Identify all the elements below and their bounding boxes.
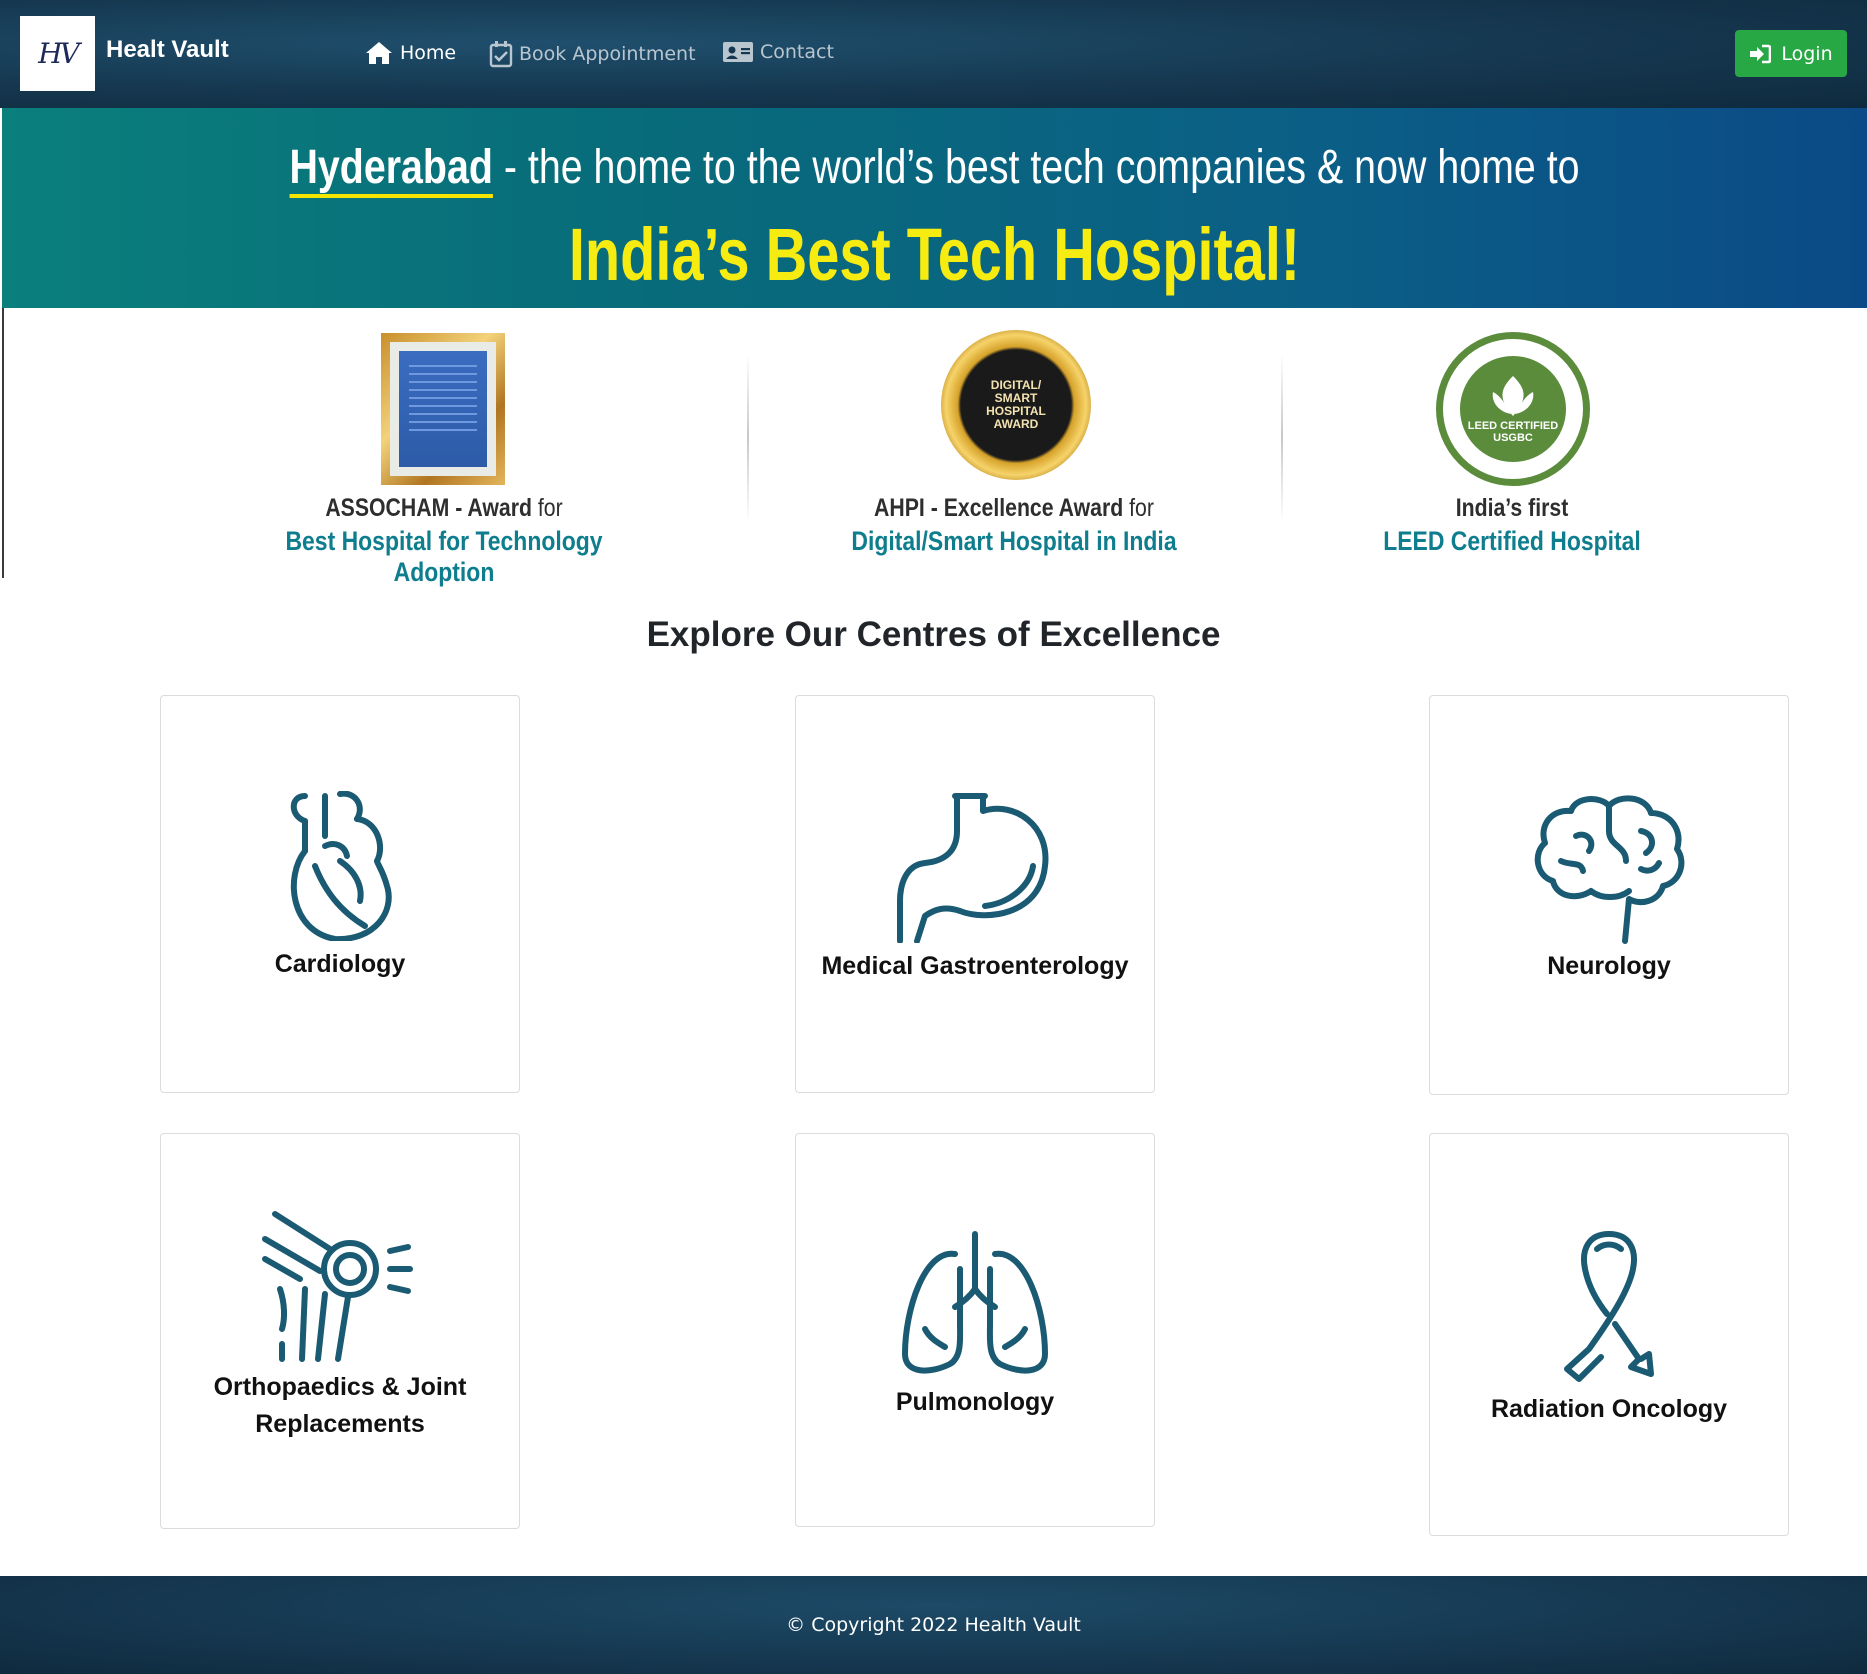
award-subtitle: Digital/Smart Hospital in India: [851, 526, 1177, 556]
stomach-icon: [897, 793, 1049, 943]
lungs-icon: [902, 1231, 1048, 1374]
top-navbar: HV Healt Vault Home Book Appointment Con…: [0, 0, 1867, 108]
heart-organ-icon: [290, 791, 392, 941]
calendar-check-icon: [489, 41, 513, 68]
home-icon: [366, 42, 392, 64]
seal-text: LEED CERTIFIED: [1467, 420, 1559, 432]
award-divider: [747, 353, 749, 523]
centre-card-neurology[interactable]: Neurology: [1429, 695, 1789, 1095]
centre-card-cardiology[interactable]: Cardiology: [160, 695, 520, 1093]
award-title-bold: ASSOCHAM - Award: [325, 494, 532, 522]
award-leed: LEED CERTIFIED USGBC India’s first LEED …: [1272, 308, 1752, 578]
award-assocham: ASSOCHAM - Award for Best Hospital for T…: [204, 308, 684, 587]
centre-card-label: Medical Gastroenterology: [821, 952, 1129, 980]
brand-name[interactable]: Healt Vault: [106, 36, 229, 64]
award-title: AHPI - Excellence Award for: [810, 494, 1218, 523]
login-button-label: Login: [1781, 42, 1833, 65]
centre-card-pulmonology[interactable]: Pulmonology: [795, 1133, 1155, 1527]
centre-card-label: Pulmonology: [895, 1388, 1055, 1416]
seal-text: USGBC: [1493, 432, 1533, 444]
award-title-bold: AHPI - Excellence Award: [874, 494, 1124, 522]
brain-icon: [1534, 795, 1685, 944]
brand-logo[interactable]: HV: [20, 16, 95, 91]
leaf-icon: [1492, 376, 1534, 416]
awards-strip: ASSOCHAM - Award for Best Hospital for T…: [2, 308, 1867, 587]
usgbc-leed-seal: LEED CERTIFIED USGBC: [1436, 332, 1590, 486]
nav-link-contact[interactable]: Contact: [722, 40, 834, 64]
nav-link-book-appointment-label: Book Appointment: [519, 43, 696, 65]
nav-link-book-appointment[interactable]: Book Appointment: [489, 40, 696, 68]
banner-tagline: Hyderabad - the home to the world’s best…: [170, 140, 1699, 198]
framed-certificate-image: [381, 333, 505, 485]
footer-copyright: © Copyright 2022 Health Vault: [786, 1614, 1081, 1636]
knee-joint-icon: [262, 1211, 413, 1362]
award-medal-badge: DIGITAL/ SMART HOSPITAL AWARD: [941, 330, 1091, 480]
centre-card-label: Radiation Oncology: [1490, 1395, 1728, 1423]
award-title-light: for: [1123, 494, 1154, 522]
award-title-bold: India’s first: [1455, 494, 1569, 522]
award-title-light: for: [531, 494, 563, 522]
medal-text: AWARD: [993, 417, 1039, 431]
centre-card-gastroenterology[interactable]: Medical Gastroenterology: [795, 695, 1155, 1093]
page-footer: © Copyright 2022 Health Vault: [0, 1576, 1867, 1674]
centre-card-label: Cardiology: [274, 950, 406, 978]
login-button[interactable]: Login: [1735, 30, 1847, 77]
nav-link-home-label: Home: [400, 42, 457, 64]
award-title: India’s first: [1308, 494, 1716, 523]
award-title: ASSOCHAM - Award for: [240, 494, 648, 523]
centre-card-radiation-oncology[interactable]: Radiation Oncology: [1429, 1133, 1789, 1536]
id-card-icon: [723, 42, 753, 62]
nav-link-home[interactable]: Home: [364, 40, 456, 66]
brand-logo-text: HV: [38, 37, 80, 70]
awareness-ribbon-icon: [1564, 1231, 1654, 1382]
hero-banner: Hyderabad - the home to the world’s best…: [2, 108, 1867, 308]
banner-headline: India’s Best Tech Hospital!: [568, 213, 1301, 296]
centre-card-label: Orthopaedics & Joint Replacements: [213, 1373, 467, 1438]
banner-tagline-rest: - the home to the world’s best tech comp…: [492, 141, 1580, 194]
award-ahpi: DIGITAL/ SMART HOSPITAL AWARD AHPI - Exc…: [774, 308, 1254, 578]
sign-in-icon: [1750, 44, 1772, 63]
centre-card-label: Neurology: [1547, 952, 1671, 980]
centre-card-orthopaedics[interactable]: Orthopaedics & Joint Replacements: [160, 1133, 520, 1529]
award-subtitle: LEED Certified Hospital: [1383, 526, 1641, 556]
centres-heading: Explore Our Centres of Excellence: [646, 615, 1221, 654]
banner-city: Hyderabad: [289, 141, 493, 198]
nav-link-contact-label: Contact: [760, 41, 834, 63]
award-subtitle: Best Hospital for Technology Adoption: [285, 526, 603, 587]
